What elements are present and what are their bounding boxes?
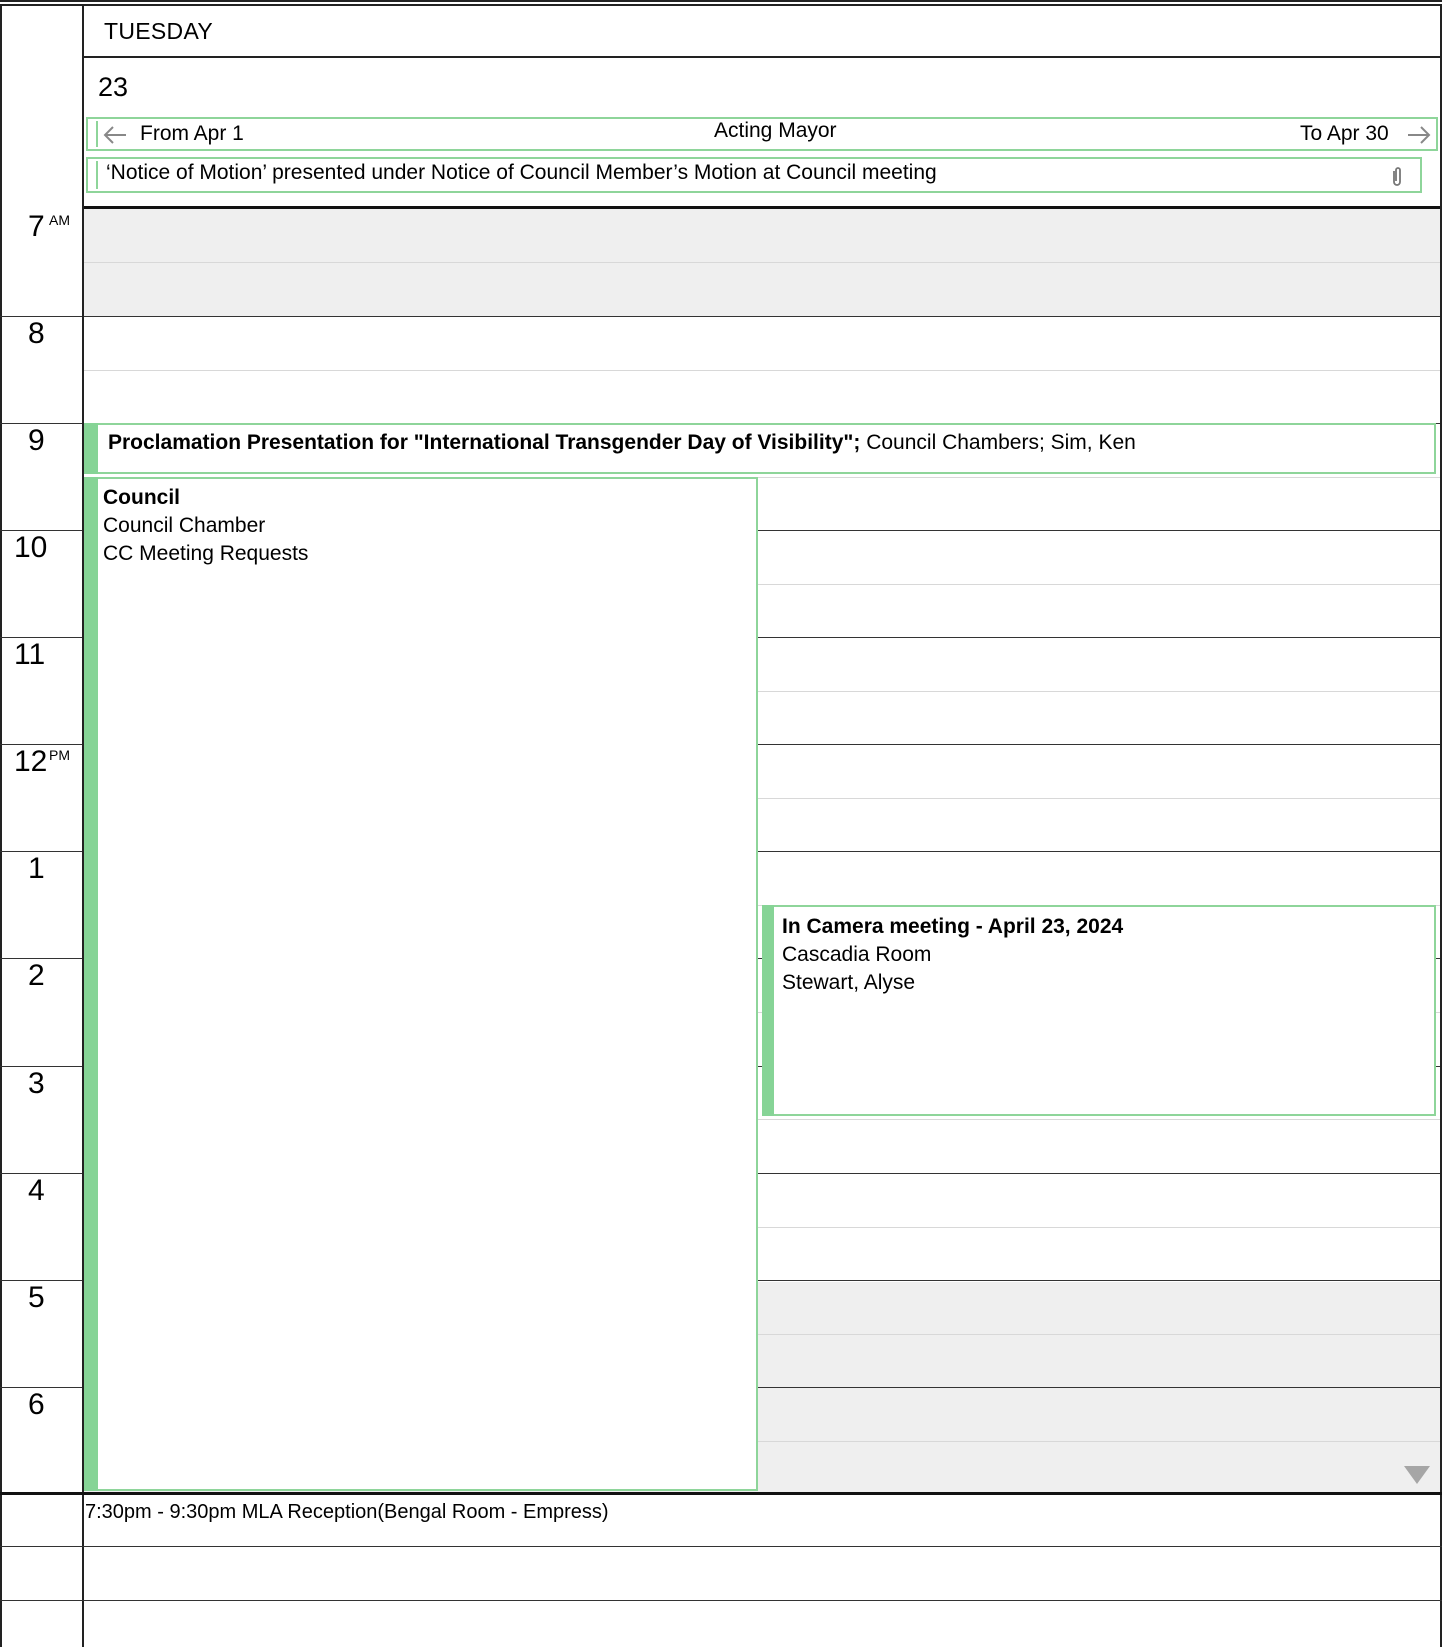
acting-mayor-banner[interactable]: From Apr 1 Acting Mayor To Apr 30 — [86, 117, 1438, 151]
event-title: In Camera meeting - April 23, 2024 — [782, 915, 1124, 938]
time-label-3: 3 — [28, 1067, 45, 1100]
hour-line — [0, 958, 84, 959]
banner-title: Acting Mayor — [714, 119, 837, 142]
event-in-camera[interactable]: In Camera meeting - April 23, 2024 Casca… — [762, 905, 1436, 1116]
event-color-bar — [84, 477, 98, 1491]
time-suffix-am: AM — [49, 212, 70, 228]
notes-area-divider — [0, 1492, 1442, 1495]
event-organizer: CC Meeting Requests — [103, 542, 309, 565]
left-border — [0, 6, 2, 1647]
header-divider — [84, 56, 1440, 58]
event-location: Cascadia Room — [782, 943, 932, 966]
notice-banner[interactable]: ‘Notice of Motion’ presented under Notic… — [86, 157, 1422, 193]
hour-line — [0, 851, 84, 852]
event-color-bar — [84, 423, 98, 474]
notes-row-line — [0, 1546, 1442, 1547]
scroll-down-triangle-icon[interactable] — [1404, 1466, 1430, 1484]
hour-line — [0, 530, 84, 531]
hour-line — [0, 1280, 84, 1281]
time-label-6: 6 — [28, 1388, 45, 1421]
time-suffix-pm: PM — [49, 747, 70, 763]
time-label-9: 9 — [28, 424, 45, 457]
notes-row-line — [0, 1600, 1442, 1601]
off-hours-morning — [84, 209, 1440, 317]
hour-line — [0, 1173, 84, 1174]
time-label-11: 11 — [14, 638, 46, 671]
time-label-8: 8 — [28, 317, 45, 350]
paperclip-icon — [1393, 167, 1401, 186]
hour-line — [0, 1066, 84, 1067]
hour-line — [0, 1387, 84, 1388]
date-number[interactable]: 23 — [98, 72, 128, 103]
banner-stub — [96, 161, 98, 189]
time-label-7: 7 — [28, 210, 45, 243]
hour-line — [0, 637, 84, 638]
time-label-4: 4 — [28, 1174, 45, 1207]
event-council[interactable]: Council Council Chamber CC Meeting Reque… — [84, 477, 758, 1491]
event-location: Council Chamber — [103, 514, 266, 537]
hour-line — [0, 744, 84, 745]
event-organizer: Stewart, Alyse — [782, 971, 916, 994]
event-color-bar — [762, 905, 774, 1116]
notice-text: ‘Notice of Motion’ presented under Notic… — [106, 161, 937, 184]
day-name: TUESDAY — [104, 18, 214, 44]
hour-line — [0, 423, 84, 424]
event-proclamation[interactable]: Proclamation Presentation for "Internati… — [84, 423, 1436, 474]
arrow-right-icon — [1408, 126, 1431, 144]
hour-line — [0, 316, 84, 317]
evening-note: 7:30pm - 9:30pm MLA Reception(Bengal Roo… — [85, 1501, 609, 1523]
event-title: Proclamation Presentation for "Internati… — [108, 431, 861, 454]
time-label-12: 12 — [14, 745, 48, 778]
banner-stub — [96, 121, 98, 147]
time-label-10: 10 — [14, 531, 48, 564]
event-details: Council Chambers; Sim, Ken — [866, 431, 1136, 454]
half-hour-line — [84, 370, 1440, 371]
arrow-left-icon — [103, 126, 126, 144]
event-title: Council — [103, 486, 180, 509]
half-hour-line — [84, 262, 1440, 263]
top-border — [0, 0, 1442, 6]
time-label-5: 5 — [28, 1281, 45, 1314]
time-label-1: 1 — [28, 852, 45, 885]
banner-to-label: To Apr 30 — [1300, 122, 1389, 145]
grid-hour-line — [84, 316, 1440, 317]
banner-from-label: From Apr 1 — [140, 122, 244, 145]
time-label-2: 2 — [28, 959, 45, 992]
